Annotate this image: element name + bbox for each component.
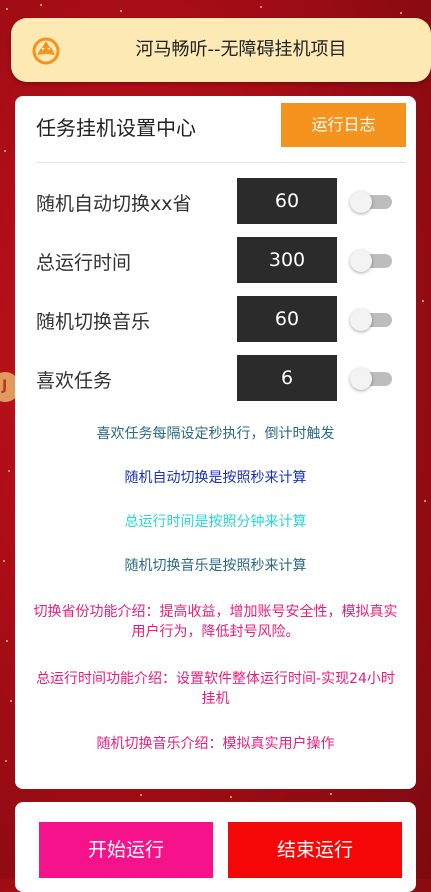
toggle-knob [350,191,372,213]
note-total-runtime: 总运行时间是按照分钟来计算 [124,514,307,530]
divider [36,162,406,163]
music-switch-interval-input[interactable]: 60 [237,296,337,342]
toggle-knob [350,250,372,272]
settings-panel: 任务挂机设置中心 运行日志 随机自动切换xx省 60 总运行时间 300 随机切… [15,96,416,789]
total-runtime-input[interactable]: 300 [237,237,337,283]
like-task-toggle[interactable] [350,368,392,390]
setting-label-music-switch: 随机切换音乐 [36,311,151,333]
note-province-switch: 随机自动切换是按照秒来计算 [124,470,307,486]
music-switch-toggle[interactable] [350,309,392,331]
note-music-switch: 随机切换音乐是按照秒来计算 [124,558,307,574]
total-runtime-toggle[interactable] [350,250,392,272]
intro-music-switch: 随机切换音乐介绍：模拟真实用户操作 [96,736,335,752]
setting-label-like-task: 喜欢任务 [36,370,113,392]
app-header: 河马畅听--无障碍挂机项目 [11,18,431,82]
toggle-knob [350,368,372,390]
province-switch-toggle[interactable] [350,191,392,213]
stop-button[interactable]: 结束运行 [228,822,402,878]
toggle-knob [350,309,372,331]
intro-total-runtime: 总运行时间功能介绍：设置软件整体运行时间-实现24小时挂机 [36,671,395,707]
run-log-button[interactable]: 运行日志 [281,103,406,147]
setting-label-total-runtime: 总运行时间 [36,252,132,274]
intro-province-switch: 切换省份功能介绍：提高收益，增加账号安全性，模拟真实用户行为，降低封号风险。 [33,604,398,640]
panel-title: 任务挂机设置中心 [36,116,196,140]
app-title: 河马畅听--无障碍挂机项目 [135,39,347,60]
floating-badge-letter: J [2,378,8,394]
province-switch-interval-input[interactable]: 60 [237,178,337,224]
like-task-interval-input[interactable]: 6 [237,355,337,401]
setting-label-province-switch: 随机自动切换xx省 [36,193,192,215]
start-button[interactable]: 开始运行 [39,822,213,878]
note-like-task: 喜欢任务每隔设定秒执行，倒计时触发 [96,426,335,442]
